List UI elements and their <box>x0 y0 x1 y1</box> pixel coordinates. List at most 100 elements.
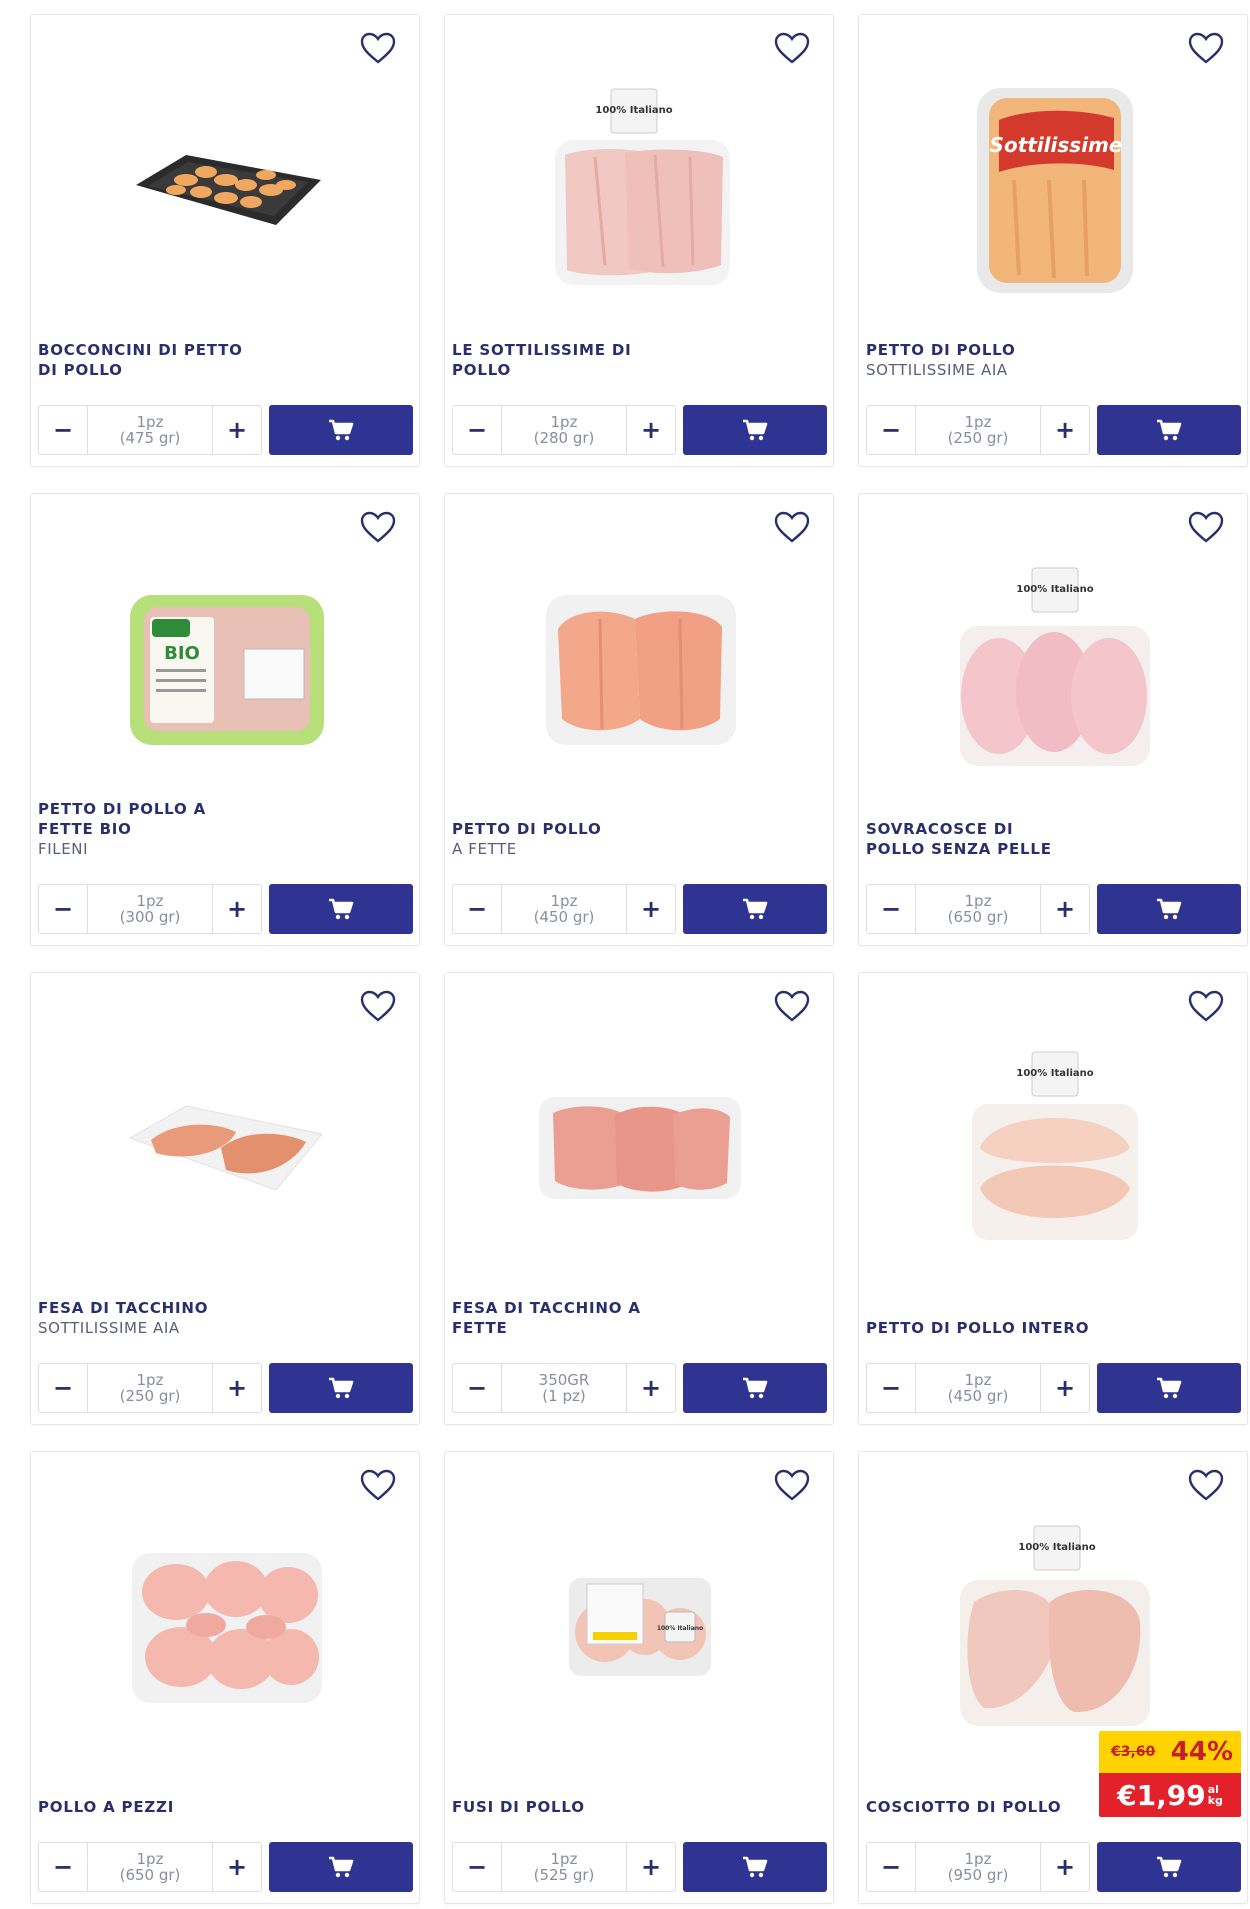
product-name[interactable]: FESA DI TACCHINO A FETTE <box>452 1298 662 1338</box>
product-card[interactable]: FESA DI TACCHINO SOTTILISSIME AIA − 1pz(… <box>30 972 420 1425</box>
add-to-cart-button[interactable] <box>683 1363 827 1413</box>
increase-quantity-button[interactable]: + <box>1041 406 1089 454</box>
increase-quantity-button[interactable]: + <box>627 406 675 454</box>
quantity-stepper[interactable]: − 1pz (950 gr) + <box>866 1842 1090 1892</box>
product-card[interactable]: BIO PETTO DI POLLO A FETTE BIO FILENI − … <box>30 493 420 946</box>
product-card[interactable]: Sottilissime PETTO DI POLLO SOTTILISSIME… <box>858 14 1248 467</box>
product-name[interactable]: BOCCONCINI DI PETTO DI POLLO <box>38 340 248 380</box>
add-to-cart-button[interactable] <box>1097 1842 1241 1892</box>
increase-quantity-button[interactable]: + <box>627 885 675 933</box>
quantity-weight: (450 gr) <box>533 908 595 926</box>
increase-quantity-button[interactable]: + <box>1041 1843 1089 1891</box>
quantity-stepper[interactable]: − 1pz (450 gr) + <box>866 1363 1090 1413</box>
increase-quantity-button[interactable]: + <box>627 1843 675 1891</box>
price-unit: al kg <box>1208 1784 1223 1806</box>
increase-quantity-button[interactable]: + <box>213 885 261 933</box>
product-card[interactable]: PETTO DI POLLO A FETTE − 1pz (450 gr) + <box>444 493 834 946</box>
product-card[interactable]: FESA DI TACCHINO A FETTE − 350GR (1 pz) + <box>444 972 834 1425</box>
product-name[interactable]: POLLO A PEZZI <box>38 1797 248 1817</box>
quantity-value: 350GR <box>538 1371 590 1389</box>
product-name[interactable]: COSCIOTTO DI POLLO <box>866 1797 1076 1817</box>
increase-quantity-button[interactable]: + <box>213 1364 261 1412</box>
shopping-cart-icon <box>1157 419 1182 441</box>
quantity-weight: (300 gr) <box>119 908 181 926</box>
quantity-value: 1pz <box>964 1850 992 1868</box>
decrease-quantity-button[interactable]: − <box>39 1843 87 1891</box>
increase-quantity-button[interactable]: + <box>1041 885 1089 933</box>
new-price: €1,99 <box>1117 1778 1206 1812</box>
product-image[interactable] <box>71 1492 381 1762</box>
add-to-cart-button[interactable] <box>269 405 413 455</box>
product-name[interactable]: PETTO DI POLLO <box>452 819 662 839</box>
decrease-quantity-button[interactable]: − <box>867 406 915 454</box>
increase-quantity-button[interactable]: + <box>213 406 261 454</box>
quantity-stepper[interactable]: − 1pz (475 gr) + <box>38 405 262 455</box>
product-card[interactable]: POLLO A PEZZI − 1pz (650 gr) + <box>30 1451 420 1904</box>
product-card[interactable]: 100% Italiano PETTO DI POLLO INTERO − 1p… <box>858 972 1248 1425</box>
product-name[interactable]: PETTO DI POLLO <box>866 340 1076 360</box>
add-to-cart-button[interactable] <box>683 405 827 455</box>
quantity-weight: (1 pz) <box>542 1387 586 1405</box>
quantity-value: 1pz <box>964 413 992 431</box>
product-name[interactable]: LE SOTTILISSIME DI POLLO <box>452 340 662 380</box>
quantity-stepper[interactable]: − 1pz (250 gr) + <box>38 1363 262 1413</box>
quantity-value: 1pz <box>964 1371 992 1389</box>
product-image[interactable] <box>485 534 795 804</box>
add-to-cart-button[interactable] <box>683 884 827 934</box>
product-image[interactable]: 100% Italiano <box>899 1013 1209 1283</box>
product-name[interactable]: FUSI DI POLLO <box>452 1797 662 1817</box>
decrease-quantity-button[interactable]: − <box>867 1364 915 1412</box>
product-image[interactable]: 100% Italiano <box>899 534 1209 804</box>
quantity-stepper[interactable]: − 1pz (650 gr) + <box>38 1842 262 1892</box>
product-card[interactable]: 100% Italiano FUSI DI POLLO − 1pz (525 gr… <box>444 1451 834 1904</box>
product-card[interactable]: 100% Italiano LE SOTTILISSIME DI POLLO −… <box>444 14 834 467</box>
product-image[interactable] <box>71 55 381 325</box>
decrease-quantity-button[interactable]: − <box>39 406 87 454</box>
product-name[interactable]: SOVRACOSCE DI POLLO SENZA PELLE <box>866 819 1076 859</box>
product-name[interactable]: PETTO DI POLLO INTERO <box>866 1318 1226 1338</box>
quantity-stepper[interactable]: − 1pz (250 gr) + <box>866 405 1090 455</box>
product-image[interactable] <box>71 1013 381 1283</box>
quantity-stepper[interactable]: − 350GR (1 pz) + <box>452 1363 676 1413</box>
quantity-stepper[interactable]: − 1pz (650 gr) + <box>866 884 1090 934</box>
add-to-cart-button[interactable] <box>269 1842 413 1892</box>
decrease-quantity-button[interactable]: − <box>453 1843 501 1891</box>
increase-quantity-button[interactable]: + <box>627 1364 675 1412</box>
quantity-display: 1pz (250 gr) <box>87 1364 213 1412</box>
quantity-display: 1pz (280 gr) <box>501 406 627 454</box>
increase-quantity-button[interactable]: + <box>1041 1364 1089 1412</box>
add-to-cart-button[interactable] <box>1097 1363 1241 1413</box>
quantity-stepper[interactable]: − 1pz (280 gr) + <box>452 405 676 455</box>
product-info: FESA DI TACCHINO A FETTE <box>452 1298 821 1338</box>
add-to-cart-button[interactable] <box>1097 405 1241 455</box>
quantity-value: 1pz <box>964 892 992 910</box>
product-image[interactable]: 100% Italiano <box>485 55 795 325</box>
quantity-display: 350GR (1 pz) <box>501 1364 627 1412</box>
product-card[interactable]: 100% Italiano COSCIOTTO DI POLLO €3,60 4… <box>858 1451 1248 1904</box>
product-image[interactable]: 100% Italiano <box>485 1492 795 1762</box>
add-to-cart-button[interactable] <box>269 1363 413 1413</box>
add-to-cart-button[interactable] <box>269 884 413 934</box>
product-card[interactable]: BOCCONCINI DI PETTO DI POLLO − 1pz (475 g… <box>30 14 420 467</box>
product-image[interactable]: BIO <box>71 534 381 804</box>
quantity-weight: (525 gr) <box>533 1866 595 1884</box>
quantity-stepper[interactable]: − 1pz (450 gr) + <box>452 884 676 934</box>
quantity-stepper[interactable]: − 1pz (525 gr) + <box>452 1842 676 1892</box>
product-image[interactable] <box>485 1013 795 1283</box>
product-name[interactable]: FESA DI TACCHINO <box>38 1298 248 1318</box>
decrease-quantity-button[interactable]: − <box>453 406 501 454</box>
product-card[interactable]: 100% Italiano SOVRACOSCE DI POLLO SENZA … <box>858 493 1248 946</box>
decrease-quantity-button[interactable]: − <box>39 885 87 933</box>
decrease-quantity-button[interactable]: − <box>453 885 501 933</box>
product-image[interactable]: Sottilissime <box>899 55 1209 325</box>
decrease-quantity-button[interactable]: − <box>867 1843 915 1891</box>
increase-quantity-button[interactable]: + <box>213 1843 261 1891</box>
product-image[interactable]: 100% Italiano <box>899 1492 1209 1762</box>
product-name[interactable]: PETTO DI POLLO A FETTE BIO <box>38 799 248 839</box>
decrease-quantity-button[interactable]: − <box>453 1364 501 1412</box>
decrease-quantity-button[interactable]: − <box>39 1364 87 1412</box>
add-to-cart-button[interactable] <box>683 1842 827 1892</box>
decrease-quantity-button[interactable]: − <box>867 885 915 933</box>
quantity-stepper[interactable]: − 1pz (300 gr) + <box>38 884 262 934</box>
add-to-cart-button[interactable] <box>1097 884 1241 934</box>
